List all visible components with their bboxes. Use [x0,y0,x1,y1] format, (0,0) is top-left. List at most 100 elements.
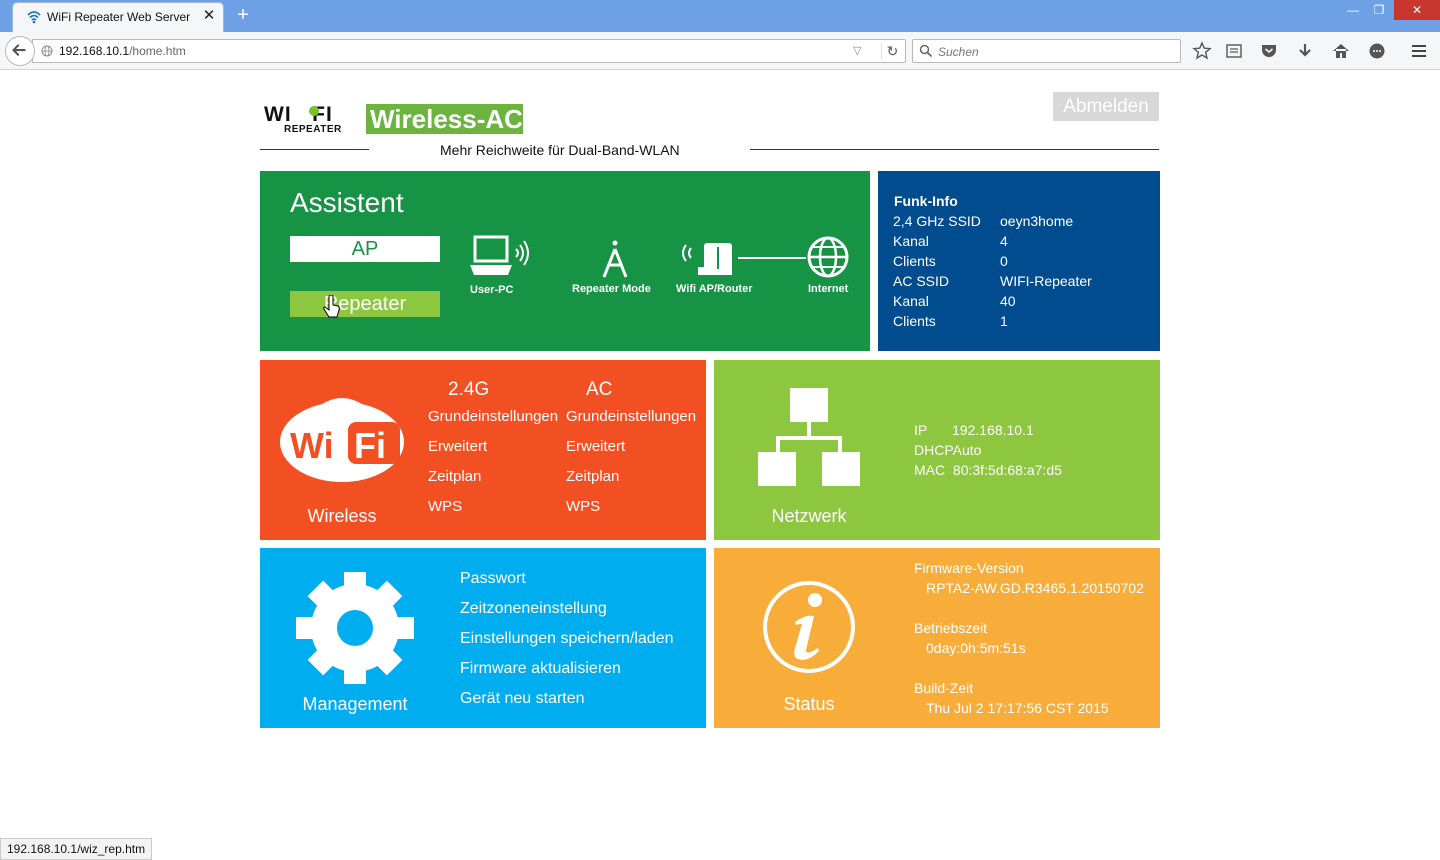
link-ac-basic[interactable]: Grundeinstellungen [566,408,696,425]
antenna-icon [602,240,628,278]
link-24g-wps[interactable]: WPS [428,498,462,515]
globe-internet-icon [807,236,849,278]
funk-value: 4 [1000,233,1008,249]
funk-label: Kanal [893,293,929,309]
back-button[interactable] [5,36,35,66]
chat-icon[interactable] [1367,41,1387,61]
wifi-logo-fi: Fi [354,425,386,466]
wireless-ac-title: AC [586,379,613,400]
url-bar[interactable]: 192.168.10.1/home.htm ▽ ↻ [32,39,906,63]
management-label: Management [302,694,408,714]
link-password[interactable]: Passwort [460,570,526,588]
funk-value: oeyn3home [1000,213,1074,229]
link-24g-advanced[interactable]: Erweitert [428,438,487,455]
link-firmware-update[interactable]: Firmware aktualisieren [460,660,621,678]
mac-row: MAC 80:3f:5d:68:a7:d5 [914,462,1062,478]
logo-repeater-text: REPEATER [284,124,342,135]
network-label: Netzwerk [771,506,847,526]
logo-wireless-ac: Wireless-AC [366,104,523,134]
back-arrow-icon [12,44,26,56]
home-icon[interactable] [1331,41,1351,61]
status-panel[interactable]: Status Firmware-Version RPTA2-AW.GD.R346… [714,548,1160,728]
internet-label: Internet [808,283,849,295]
firmware-version-value: RPTA2-AW.GD.R3465.1.20150702 [926,580,1144,596]
link-ac-schedule[interactable]: Zeitplan [566,468,619,485]
build-time-label: Build-Zeit [914,680,974,696]
funk-label: Clients [893,253,936,269]
firmware-version-label: Firmware-Version [914,560,1024,576]
link-save-load-settings[interactable]: Einstellungen speichern/laden [460,630,673,648]
dhcp-value: Auto [952,442,982,458]
assistant-title: Assistent [290,187,404,218]
logo-dot [309,106,319,116]
management-panel: Management Passwort Zeitzoneneinstellung… [260,548,706,728]
wireless-24g-title: 2.4G [448,379,490,400]
ip-value: 192.168.10.1 [952,422,1034,438]
globe-icon [41,45,53,57]
pocket-icon[interactable] [1259,41,1279,61]
wifi-logo-icon: Wi Fi [276,392,408,486]
wifi-logo-wi: Wi [290,425,334,466]
funk-info-title: Funk-Info [894,193,958,209]
header-divider-left [260,149,369,150]
funk-row: 2,4 GHz SSID oeyn3home [893,213,1153,233]
hamburger-menu-icon[interactable] [1409,41,1429,61]
gear-icon [296,572,414,684]
ip-row: IP 192.168.10.1 [914,422,1034,438]
dhcp-label: DHCP [914,442,953,458]
status-label: Status [783,694,835,714]
link-24g-schedule[interactable]: Zeitplan [428,468,481,485]
wifi-icon [27,11,41,24]
network-panel[interactable]: Netzwerk IP 192.168.10.1 DHCPAuto MAC 80… [714,360,1160,540]
user-pc-label: User-PC [470,284,514,296]
funk-value: WIFI-Repeater [1000,273,1092,289]
funk-row: Clients 0 [893,253,1153,273]
url-path: /home.htm [129,44,186,58]
browser-tab[interactable]: WiFi Repeater Web Server ✕ [12,2,224,32]
link-ac-wps[interactable]: WPS [566,498,600,515]
search-bar[interactable]: Suchen [912,39,1181,63]
url-dropdown-icon[interactable]: ▽ [853,44,861,57]
browser-titlebar: WiFi Repeater Web Server ✕ + — ❐ ✕ [0,0,1440,32]
download-icon[interactable] [1295,41,1315,61]
url-host: 192.168.10.1 [59,44,130,58]
mac-label: MAC [914,462,946,478]
wireless-label: Wireless [307,506,377,526]
connection-line [738,257,806,259]
tab-title: WiFi Repeater Web Server [47,10,191,24]
repeater-mode-button[interactable]: Repeater [290,291,440,317]
funk-label: 2,4 GHz SSID [893,213,981,229]
window-close-icon[interactable]: ✕ [1394,0,1440,20]
reload-icon[interactable]: ↻ [881,43,903,59]
link-reboot[interactable]: Gerät neu starten [460,690,585,708]
info-icon [763,581,855,673]
link-24g-basic[interactable]: Grundeinstellungen [428,408,558,425]
network-topology-icon [758,388,860,486]
wifi-router-label: Wifi AP/Router [676,283,753,295]
link-timezone[interactable]: Zeitzoneneinstellung [460,600,607,618]
dhcp-row: DHCPAuto [914,442,981,458]
funk-value: 1 [1000,313,1008,329]
link-ac-advanced[interactable]: Erweitert [566,438,625,455]
url-text: 192.168.10.1/home.htm [59,44,186,58]
laptop-icon [470,235,529,275]
ap-mode-button[interactable]: AP [290,236,440,262]
funk-value: 40 [1000,293,1016,309]
reading-list-icon[interactable] [1224,41,1244,61]
search-input[interactable]: Suchen [938,45,979,59]
browser-navbar: 192.168.10.1/home.htm ▽ ↻ Suchen [0,32,1440,70]
bookmark-star-icon[interactable] [1192,41,1212,61]
logout-button[interactable]: Abmelden [1053,92,1159,121]
new-tab-button[interactable]: + [232,5,254,27]
funk-row: Kanal 4 [893,233,1153,253]
ip-label: IP [914,422,928,438]
funk-label: Clients [893,313,936,329]
hand-cursor-icon [323,295,340,318]
funk-label: Kanal [893,233,929,249]
funk-value: 0 [1000,253,1008,269]
funk-label: AC SSID [893,273,950,289]
router-icon [682,243,732,275]
uptime-label: Betriebszeit [914,620,988,636]
restore-icon[interactable]: ❐ [1364,0,1394,20]
tab-close-icon[interactable]: ✕ [201,8,217,24]
